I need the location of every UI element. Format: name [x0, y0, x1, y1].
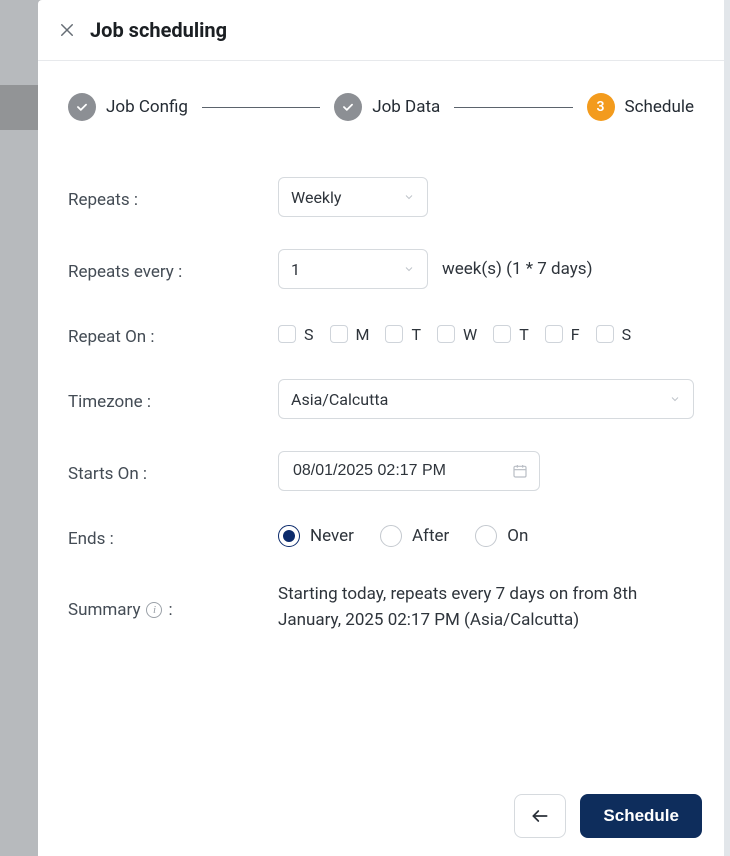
panel-title: Job scheduling	[90, 18, 227, 42]
step-job-data[interactable]: Job Data	[334, 93, 440, 121]
check-icon	[334, 93, 362, 121]
row-timezone: Timezone : Asia/Calcutta	[68, 363, 694, 435]
day-tue: T	[385, 325, 421, 344]
schedule-button[interactable]: Schedule	[580, 794, 702, 838]
panel-footer: Schedule	[38, 778, 724, 856]
day-letter: F	[571, 325, 580, 344]
day-sat: S	[596, 325, 632, 344]
row-repeats: Repeats : Weekly	[68, 161, 694, 233]
step-connector	[454, 107, 572, 108]
repeats-every-value: 1	[291, 260, 300, 279]
row-summary: Summary i : Starting today, repeats ever…	[68, 565, 694, 650]
label-starts-on: Starts On :	[68, 451, 278, 491]
label-repeats-every: Repeats every :	[68, 249, 278, 289]
repeats-value: Weekly	[291, 188, 342, 207]
ends-radio-on[interactable]: On	[475, 525, 528, 547]
day-fri: F	[545, 325, 580, 344]
checkbox[interactable]	[278, 325, 296, 343]
day-wed: W	[437, 325, 477, 344]
step-label: Job Config	[106, 97, 188, 117]
day-letter: M	[356, 325, 370, 344]
panel-header: Job scheduling	[38, 0, 724, 61]
info-icon[interactable]: i	[146, 602, 162, 618]
day-letter: T	[519, 325, 529, 344]
step-label: Job Data	[372, 97, 440, 117]
radio-indicator	[475, 525, 497, 547]
day-letter: S	[622, 325, 632, 344]
label-timezone: Timezone :	[68, 379, 278, 419]
radio-label: On	[507, 526, 528, 546]
chevron-down-icon	[403, 263, 415, 275]
row-repeat-on: Repeat On : S M T W T F S	[68, 305, 694, 363]
radio-indicator	[278, 525, 300, 547]
timezone-select[interactable]: Asia/Calcutta	[278, 379, 694, 419]
label-repeat-on: Repeat On :	[68, 321, 278, 347]
back-button[interactable]	[514, 794, 566, 838]
radio-label: After	[412, 526, 449, 546]
row-repeats-every: Repeats every : 1 week(s) (1 * 7 days)	[68, 233, 694, 305]
row-starts-on: Starts On :	[68, 435, 694, 507]
day-letter: W	[463, 325, 477, 344]
repeats-every-select[interactable]: 1	[278, 249, 428, 289]
step-schedule[interactable]: 3 Schedule	[587, 93, 694, 121]
repeats-select[interactable]: Weekly	[278, 177, 428, 217]
day-letter: T	[411, 325, 421, 344]
starts-on-field-wrapper	[278, 451, 540, 491]
chevron-down-icon	[403, 191, 415, 203]
step-number-badge: 3	[587, 93, 615, 121]
label-ends: Ends :	[68, 523, 278, 549]
checkbox[interactable]	[596, 325, 614, 343]
checkbox[interactable]	[493, 325, 511, 343]
radio-indicator	[380, 525, 402, 547]
close-icon[interactable]	[58, 21, 76, 39]
day-mon: M	[330, 325, 370, 344]
day-thu: T	[493, 325, 529, 344]
checkbox[interactable]	[330, 325, 348, 343]
step-connector	[202, 107, 320, 108]
row-ends: Ends : Never After On	[68, 507, 694, 565]
stepper: Job Config Job Data 3 Schedule	[68, 93, 694, 121]
label-summary: Summary i :	[68, 581, 278, 634]
checkbox[interactable]	[545, 325, 563, 343]
summary-text: Starting today, repeats every 7 days on …	[278, 581, 694, 634]
panel-content: Job Config Job Data 3 Schedule Repeats :…	[38, 61, 724, 778]
day-letter: S	[304, 325, 314, 344]
scrollbar-track	[724, 0, 730, 856]
timezone-value: Asia/Calcutta	[291, 390, 388, 409]
step-job-config[interactable]: Job Config	[68, 93, 188, 121]
starts-on-input[interactable]	[278, 451, 540, 491]
ends-radio-never[interactable]: Never	[278, 525, 354, 547]
ends-radio-after[interactable]: After	[380, 525, 449, 547]
arrow-left-icon	[530, 806, 550, 826]
radio-label: Never	[310, 526, 354, 546]
check-icon	[68, 93, 96, 121]
day-sun: S	[278, 325, 314, 344]
summary-label-text: Summary	[68, 600, 140, 620]
day-checkbox-group: S M T W T F S	[278, 325, 631, 344]
job-scheduling-panel: Job scheduling Job Config Job Data 3 Sch…	[38, 0, 724, 856]
chevron-down-icon	[669, 393, 681, 405]
summary-label-colon: :	[168, 600, 172, 620]
label-repeats: Repeats :	[68, 177, 278, 217]
ends-radio-group: Never After On	[278, 525, 528, 547]
calendar-icon[interactable]	[512, 463, 528, 479]
repeats-every-suffix: week(s) (1 * 7 days)	[442, 259, 593, 279]
checkbox[interactable]	[385, 325, 403, 343]
checkbox[interactable]	[437, 325, 455, 343]
step-label: Schedule	[625, 97, 694, 117]
